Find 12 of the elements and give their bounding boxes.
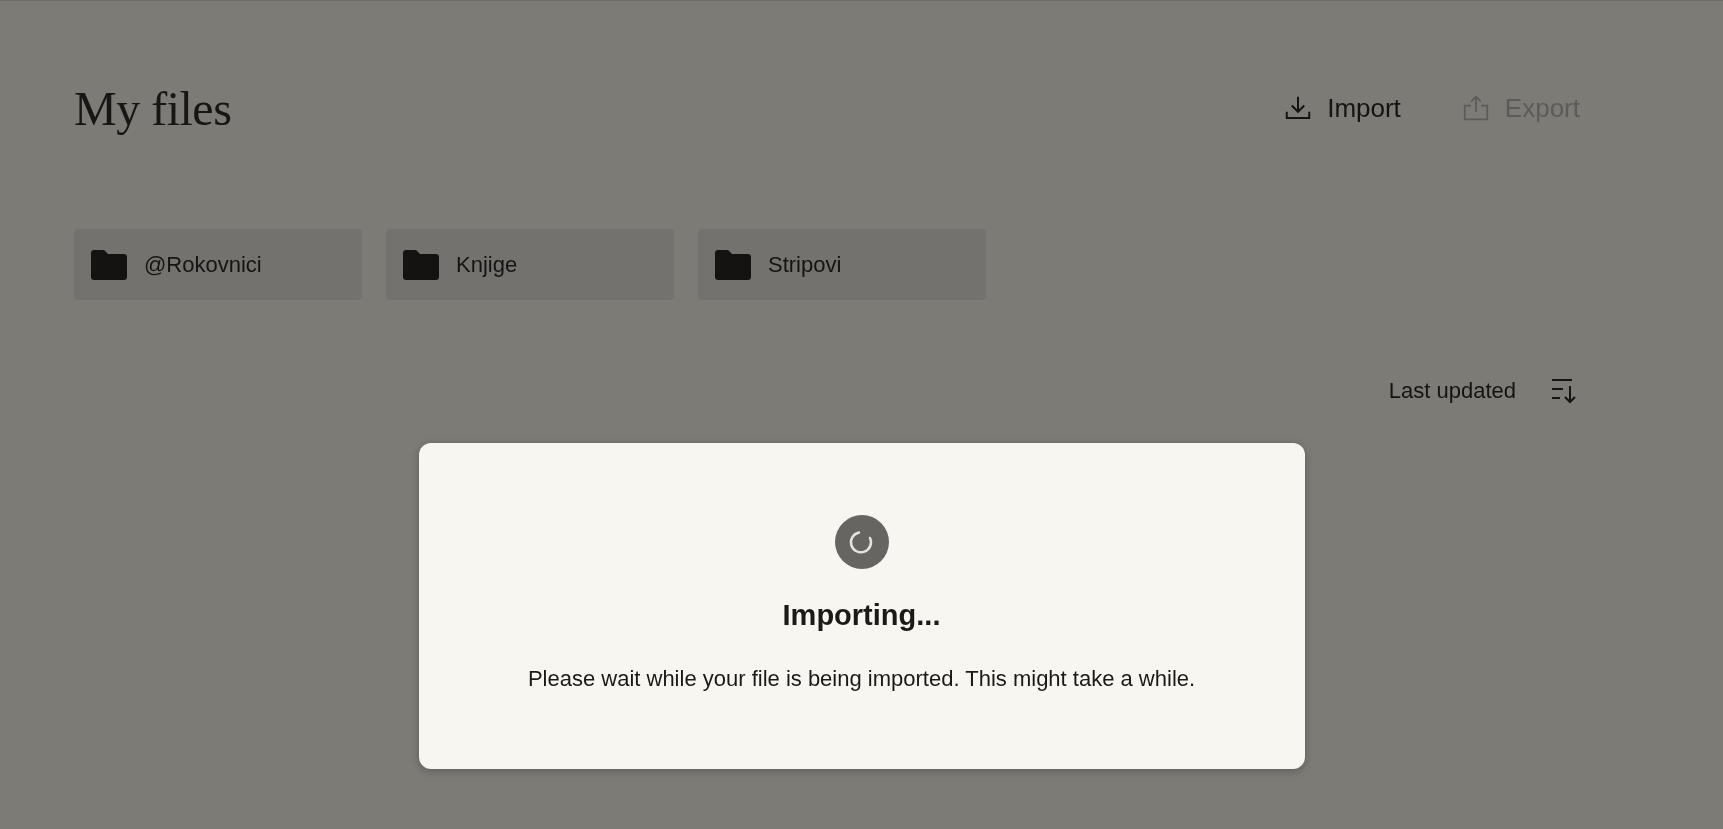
import-button[interactable]: Import (1283, 88, 1401, 128)
folder-card[interactable]: @Rokovnici (74, 229, 362, 300)
folder-icon (90, 248, 128, 281)
folder-icon (714, 248, 752, 281)
sort-label[interactable]: Last updated (1388, 378, 1516, 404)
folder-card[interactable]: Stripovi (698, 229, 986, 300)
dialog-message: Please wait while your file is being imported. This might take a while. (527, 666, 1196, 692)
folder-icon (402, 248, 440, 281)
page-title: My files (74, 80, 232, 136)
spinner-icon (834, 515, 889, 569)
folder-card[interactable]: Knjige (386, 229, 674, 300)
dialog-title: Importing... (782, 599, 941, 632)
